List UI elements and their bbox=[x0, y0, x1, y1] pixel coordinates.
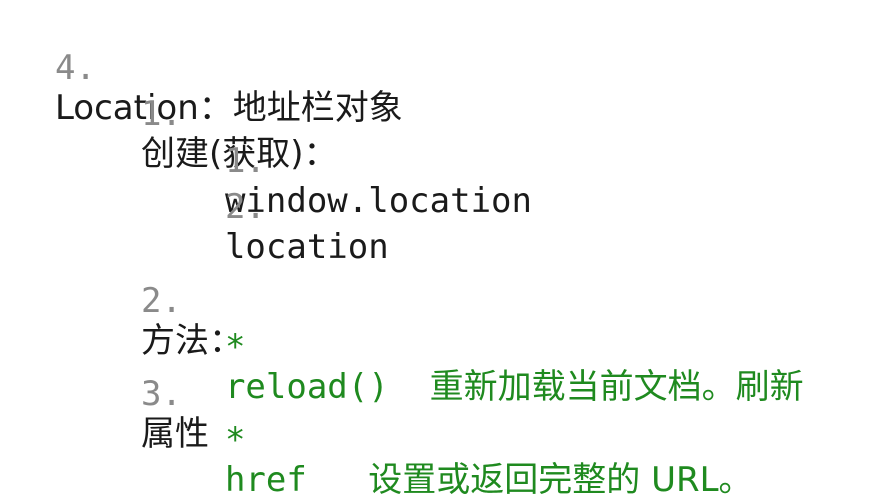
property-description: 设置或返回完整的 URL。 bbox=[368, 460, 753, 500]
property-code: href bbox=[224, 460, 307, 500]
property-entry: * href 设置或返回完整的 URL。 bbox=[184, 380, 753, 500]
subitem-number: 1. bbox=[140, 94, 182, 134]
item-number: 4. bbox=[54, 48, 96, 88]
subitem-number: 2. bbox=[140, 281, 182, 321]
list-item-number: 2. bbox=[224, 187, 266, 227]
list-item-code: location bbox=[224, 227, 389, 267]
subitem-number: 3. bbox=[140, 374, 182, 414]
bullet: * bbox=[224, 327, 246, 367]
bullet: * bbox=[224, 420, 246, 460]
